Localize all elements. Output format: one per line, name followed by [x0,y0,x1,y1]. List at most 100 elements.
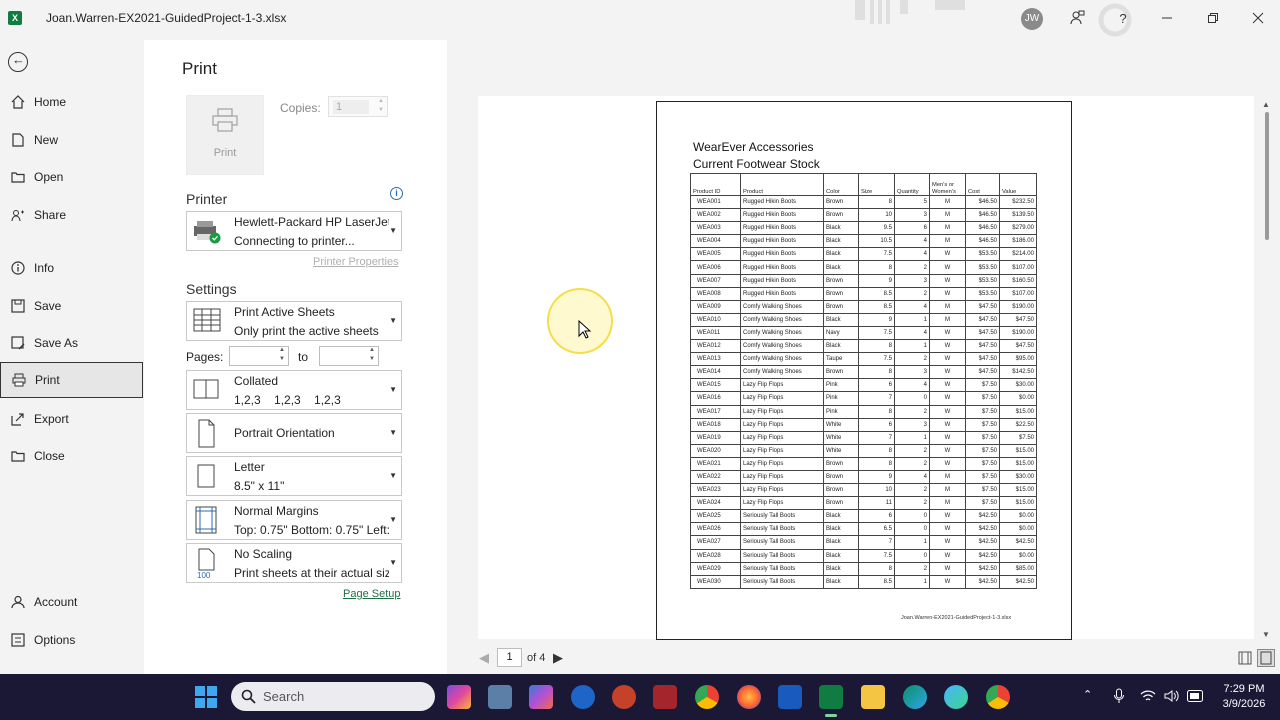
spin-up-icon[interactable]: ▲ [369,347,375,353]
printer-dropdown[interactable]: Hewlett-Packard HP LaserJet... Connectin… [186,211,402,251]
quantity-cell: 5 [894,194,930,210]
color-cell: White [823,443,859,458]
microphone-icon[interactable] [1113,688,1125,704]
collation-dropdown[interactable]: Collated 1,2,3 1,2,3 1,2,3 ▼ [186,370,402,410]
zoom-to-page-icon[interactable] [1257,649,1275,667]
windows-start-icon[interactable] [195,686,217,708]
taskbar-clock[interactable]: 7:29 PM 3/9/2026 [1212,682,1276,712]
edge-icon[interactable] [903,685,927,709]
size-cell: 9 [858,312,895,327]
value-cell: $232.50 [999,194,1037,210]
title-decoration [855,0,1132,37]
settings-app-icon[interactable] [944,685,968,709]
cost-cell: $7.50 [965,430,1000,445]
scroll-down-icon[interactable]: ▼ [1262,630,1270,639]
nav-print[interactable]: Print [0,362,143,398]
access-icon[interactable] [653,685,677,709]
pages-to-input[interactable]: ▲ ▼ [319,346,379,366]
value-cell: $47.50 [999,339,1037,354]
file-explorer-icon[interactable] [861,685,885,709]
print-button-label: Print [213,147,237,159]
collate-title: Collated [234,374,279,388]
next-page-icon[interactable]: ▶ [553,650,563,666]
excel-taskbar-icon[interactable] [819,685,843,709]
excel-logo-icon: X [8,11,22,25]
table-row: WEA001 Rugged Hikin Boots Brown 8 5 M $46.50 $2… [690,194,1037,210]
calculator-icon[interactable] [488,685,512,709]
print-button[interactable]: Print [186,95,264,175]
gender-cell: W [929,430,966,445]
nav-close[interactable]: Close [0,438,143,474]
color-cell: Black [823,574,859,589]
gender-cell: M [929,496,966,511]
quantity-cell: 2 [894,260,930,275]
spin-up-icon[interactable]: ▲ [279,347,285,353]
word-icon[interactable] [778,685,802,709]
minimize-icon[interactable] [1158,9,1176,27]
battery-icon[interactable] [1187,690,1205,702]
cost-cell: $7.50 [965,378,1000,393]
nav-home[interactable]: Home [0,84,143,120]
orientation-dropdown[interactable]: Portrait Orientation ▼ [186,413,402,453]
nav-share[interactable]: Share [0,197,143,233]
nav-export[interactable]: Export [0,401,143,437]
paper-size-dropdown[interactable]: Letter 8.5" x 11" ▼ [186,456,402,496]
copies-input[interactable]: 1 ▲ ▼ [328,96,388,117]
spin-down-icon[interactable]: ▼ [279,356,285,362]
chrome-profile-icon[interactable] [986,685,1010,709]
powerpoint-icon[interactable] [612,685,636,709]
size-cell: 7 [858,535,895,550]
size-cell: 8 [858,561,895,576]
close-window-icon[interactable] [1249,9,1267,27]
coauthor-icon[interactable] [1068,9,1086,27]
nav-new[interactable]: New [0,122,143,158]
nav-account[interactable]: Account [0,584,143,620]
product-id-cell: WEA027 [690,535,741,550]
speaker-icon[interactable] [1164,689,1180,703]
scroll-up-icon[interactable]: ▲ [1262,100,1270,109]
scaling-dropdown[interactable]: 100 No Scaling Print sheets at their act… [186,543,402,583]
printer-info-icon[interactable]: i [390,187,403,200]
firefox-icon[interactable] [737,685,761,709]
print-what-dropdown[interactable]: Print Active Sheets Only print the activ… [186,301,402,341]
page-number-input[interactable]: 1 [497,648,522,667]
spin-up-icon[interactable]: ▲ [378,98,384,104]
gender-cell: M [929,312,966,327]
restore-icon[interactable] [1204,9,1222,27]
nav-save-as[interactable]: Save As [0,325,143,361]
spin-down-icon[interactable]: ▼ [369,356,375,362]
quantity-cell: 3 [894,208,930,223]
cost-cell: $7.50 [965,456,1000,471]
color-cell: Black [823,260,859,275]
nav-options[interactable]: Options [0,622,143,658]
chrome-icon[interactable] [695,685,719,709]
nav-info[interactable]: Info [0,250,143,286]
quantity-cell: 0 [894,522,930,537]
copilot-icon[interactable] [447,685,471,709]
user-avatar[interactable]: JW [1021,8,1043,30]
wifi-icon[interactable] [1140,689,1156,703]
product-id-cell: WEA002 [690,208,741,223]
margins-dropdown[interactable]: Normal Margins Top: 0.75" Bottom: 0.75" … [186,500,402,540]
m365-icon[interactable] [529,685,553,709]
nav-save[interactable]: Save [0,288,143,324]
teams-assistant-icon[interactable] [571,685,595,709]
color-cell: Brown [823,208,859,223]
clock-time: 7:29 PM [1223,683,1265,695]
table-header-row: Product ID Product Color Size Quantity M… [690,173,1037,196]
nav-open[interactable]: Open [0,159,143,195]
previous-page-icon[interactable]: ◀ [479,650,489,666]
spin-down-icon[interactable]: ▼ [378,107,384,113]
preview-scrollbar[interactable]: ▲ ▼ [1262,100,1272,640]
chevron-up-icon[interactable]: ⌃ [1083,688,1092,701]
pages-from-input[interactable]: ▲ ▼ [229,346,289,366]
help-icon[interactable]: ? [1114,9,1132,27]
print-what-subtitle: Only print the active sheets [234,324,379,338]
back-arrow-icon[interactable] [8,52,28,72]
product-id-cell: WEA007 [690,273,741,288]
printer-properties-link[interactable]: Printer Properties [313,256,399,268]
show-margins-icon[interactable] [1238,651,1252,665]
taskbar-search[interactable]: Search [231,682,435,711]
scrollbar-thumb[interactable] [1265,112,1269,240]
page-setup-link[interactable]: Page Setup [343,588,401,600]
